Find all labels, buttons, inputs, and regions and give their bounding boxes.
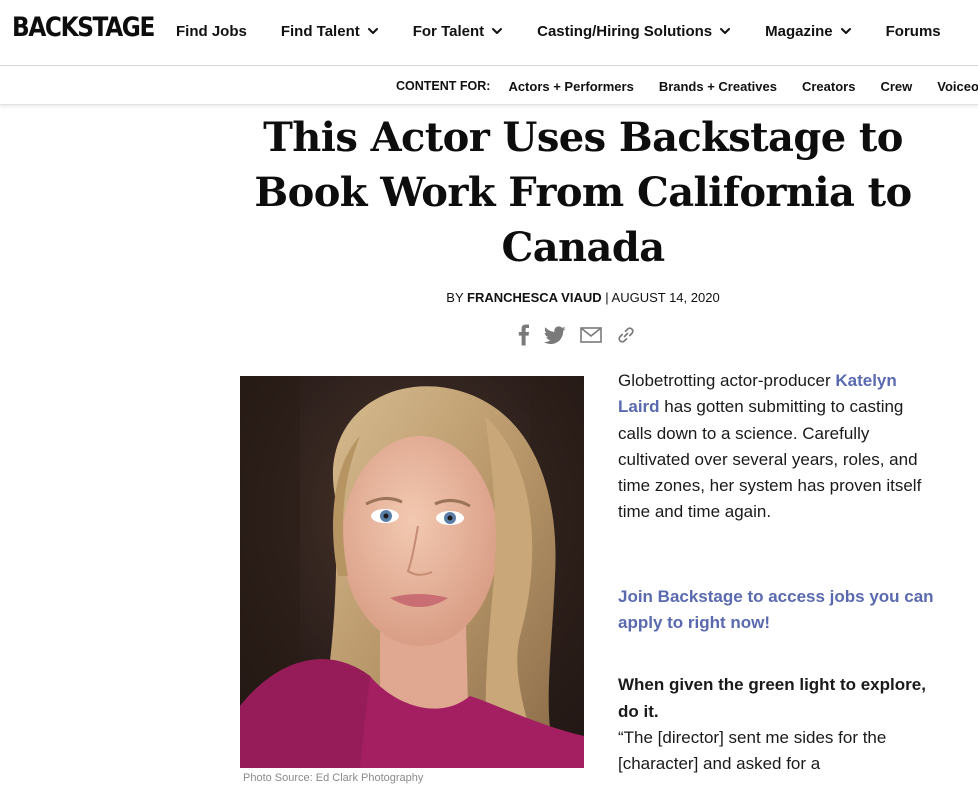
intro-text-before: Globetrotting actor-producer [618,371,831,390]
byline-separator: | [605,290,609,305]
nav-item-magazine[interactable]: Magazine [765,23,852,40]
byline: BY FRANCHESCA VIAUD | AUGUST 14, 2020 [240,290,926,305]
article-body: Globetrotting actor-producer Katelyn Lai… [618,368,938,778]
byline-prefix: BY [446,290,464,305]
chevron-down-icon [719,25,731,37]
chevron-down-icon [367,25,379,37]
intro-paragraph: Globetrotting actor-producer Katelyn Lai… [618,368,938,526]
publish-date: AUGUST 14, 2020 [611,290,720,305]
join-backstage-link[interactable]: Join Backstage to access jobs you can ap… [618,584,938,637]
share-bar [518,324,650,346]
nav-item-label: Forums [885,22,941,40]
subnav-item-actors[interactable]: Actors + Performers [508,79,633,94]
backstage-logo[interactable]: BACKSTAGE [12,12,155,43]
nav-item-for-talent[interactable]: For Talent [413,23,503,40]
facebook-icon[interactable] [518,324,530,346]
top-navigation: BACKSTAGE Find Jobs Find Talent For Tale… [0,0,978,66]
nav-item-label: Find Talent [280,22,360,40]
subnav-item-crew[interactable]: Crew [880,79,912,94]
headline-line: Canada [501,224,665,271]
section-subheading: When given the green light to explore, d… [618,675,926,721]
nav-item-find-jobs[interactable]: Find Jobs [176,23,247,40]
nav-item-label: For Talent [412,22,485,40]
nav-item-label: Casting/Hiring Solutions [537,22,713,40]
intro-text-after: has gotten submitting to casting calls d… [618,397,922,522]
nav-item-find-talent[interactable]: Find Talent [281,23,379,40]
author-name[interactable]: FRANCHESCA VIAUD [467,290,602,305]
twitter-icon[interactable] [544,325,566,345]
nav-item-label: Find Jobs [176,22,247,40]
headline-line: This Actor Uses Backstage to [263,114,903,161]
chevron-down-icon [840,25,852,37]
nav-item-forums[interactable]: Forums [886,23,941,40]
article-photo [240,376,584,768]
article-headline: This Actor Uses Backstage to Book Work F… [240,110,926,275]
subnav-item-creators[interactable]: Creators [802,79,855,94]
quote-paragraph: “The [director] sent me sides for the [c… [618,727,887,774]
link-icon[interactable] [616,325,636,345]
main-nav: Find Jobs Find Talent For Talent Casting… [176,0,975,62]
chevron-down-icon [491,25,503,37]
email-icon[interactable] [580,327,602,343]
content-for-label: CONTENT FOR: [396,79,491,93]
nav-item-casting-hiring[interactable]: Casting/Hiring Solutions [537,23,731,40]
photo-caption: Photo Source: Ed Clark Photography [243,772,424,784]
nav-item-label: Magazine [765,22,833,40]
headline-line: Book Work From California to [254,169,912,216]
subnav-item-voiceover[interactable]: Voiceo [937,79,978,94]
subnav-item-brands[interactable]: Brands + Creatives [659,79,777,94]
content-for-bar: CONTENT FOR: Actors + Performers Brands … [0,67,978,105]
